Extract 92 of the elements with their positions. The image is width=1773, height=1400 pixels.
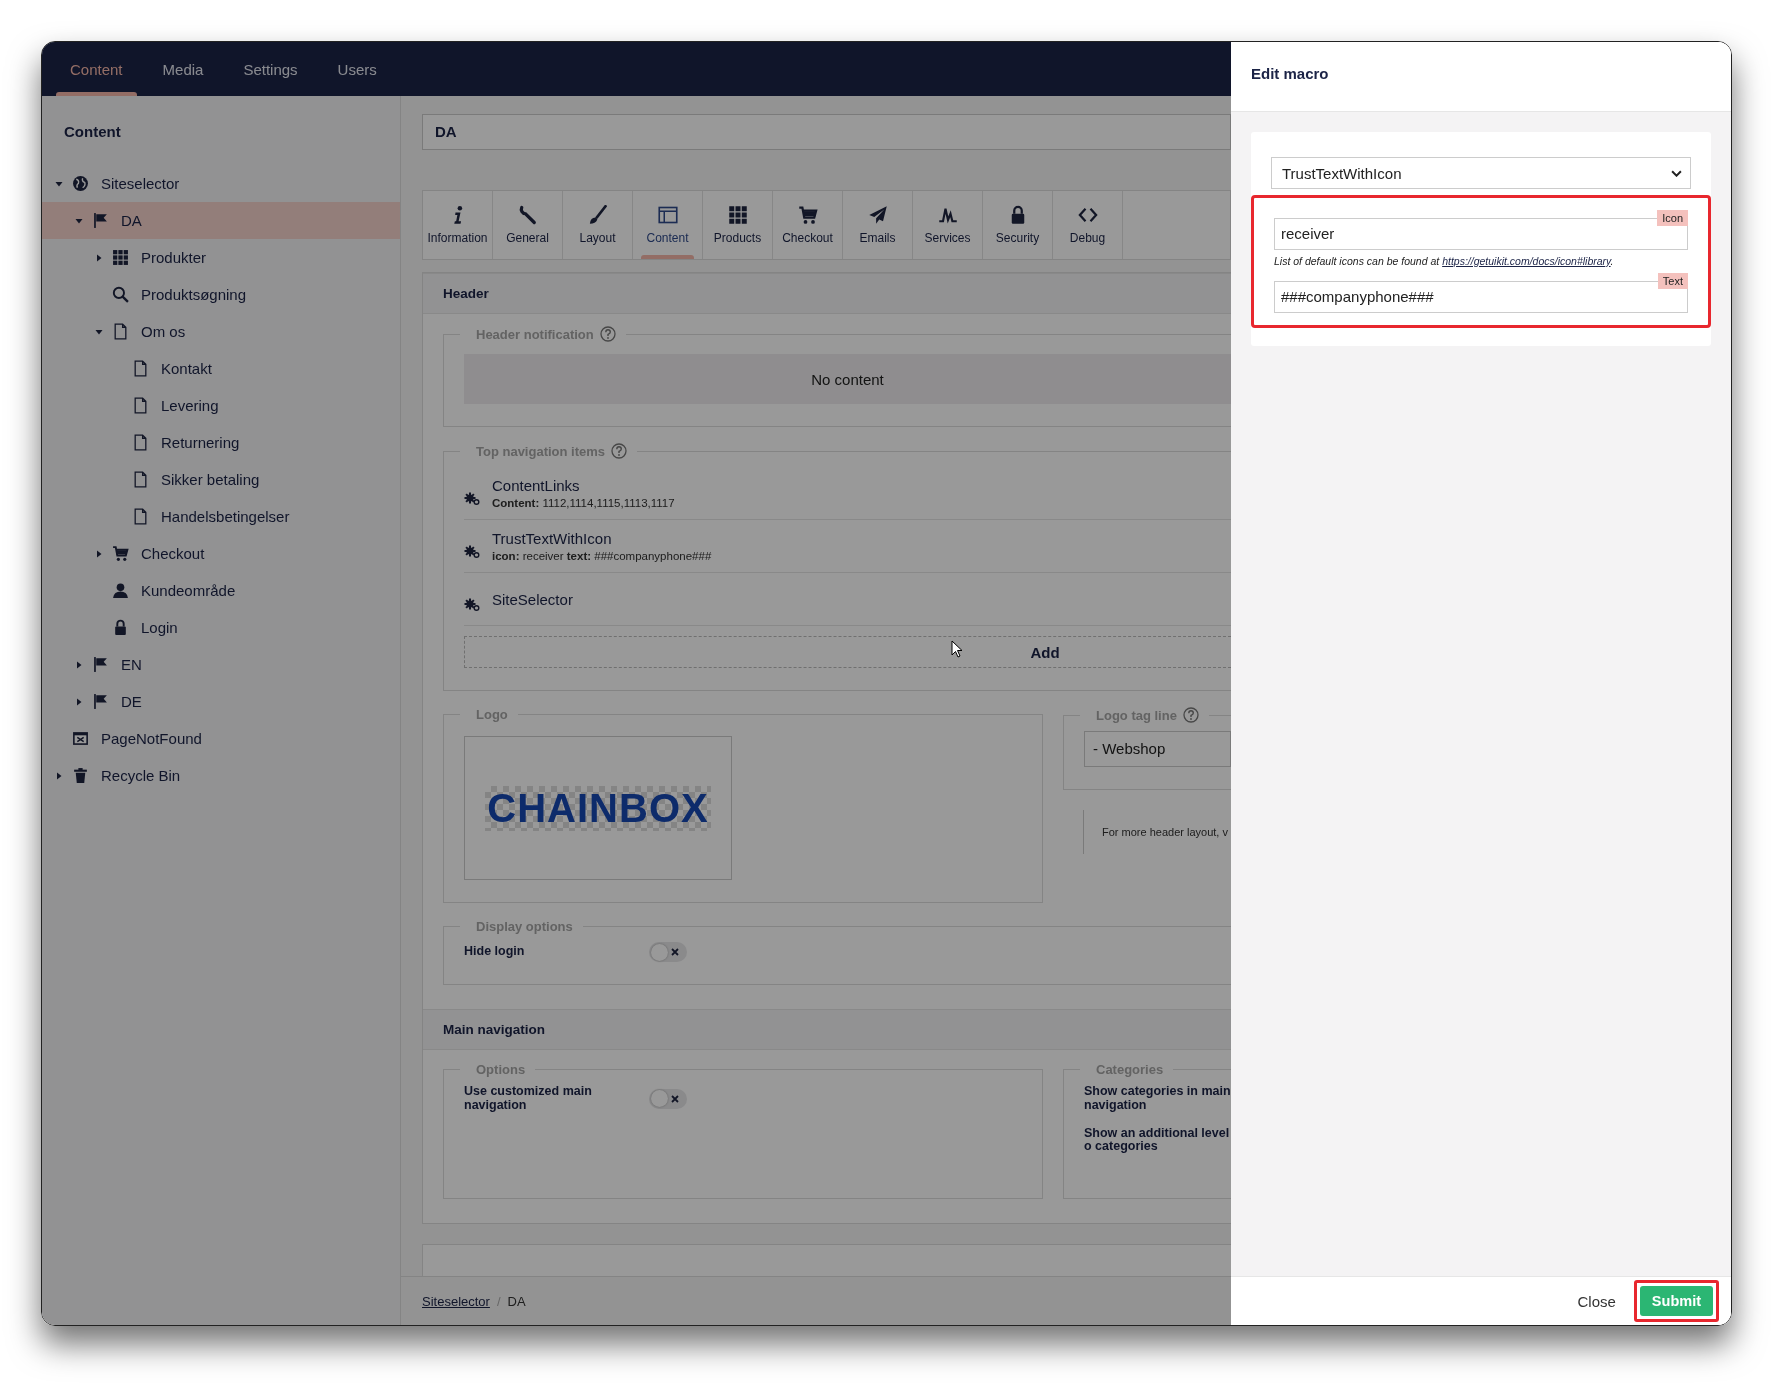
- help-link[interactable]: https://getuikit.com/docs/icon#library: [1442, 255, 1611, 267]
- page-icon: [132, 360, 149, 377]
- gears-icon: [464, 492, 480, 506]
- paper-plane-icon: [867, 205, 888, 225]
- page-icon: [112, 323, 129, 340]
- grid-icon: [727, 205, 748, 225]
- tree-item[interactable]: Returnering: [42, 424, 400, 461]
- macro-name[interactable]: ContentLinks: [492, 477, 675, 494]
- archive-icon: [72, 730, 89, 747]
- cursor-icon: [951, 640, 963, 658]
- grid-icon: [112, 249, 129, 266]
- macro-parameters: Content: 1112,1114,1115,1113,1117: [492, 497, 675, 509]
- tree-item[interactable]: Checkout: [42, 535, 400, 572]
- tree-item[interactable]: Sikker betaling: [42, 461, 400, 498]
- macro-name[interactable]: SiteSelector: [492, 590, 573, 608]
- tree-item[interactable]: Kundeområde: [42, 572, 400, 609]
- tree-item[interactable]: Kontakt: [42, 350, 400, 387]
- section-heading: Header: [423, 273, 1231, 314]
- gears-icon: [464, 545, 480, 559]
- tree-item[interactable]: Siteselector: [42, 165, 400, 202]
- help-text: List of default icons can be found at https://getuikit.com/docs/icon#library.: [1274, 255, 1615, 267]
- user-icon: [112, 582, 129, 599]
- code-icon: [1077, 205, 1098, 225]
- close-button[interactable]: Close: [1571, 1291, 1622, 1311]
- sidebar-title: Content: [63, 122, 122, 142]
- cart-icon: [112, 545, 129, 562]
- page-icon: [132, 508, 149, 525]
- help-icon[interactable]: [1182, 707, 1199, 723]
- cart-icon: [797, 205, 818, 225]
- option-label: Show categories in main navigation: [1084, 1085, 1231, 1113]
- close-icon: [670, 947, 680, 957]
- globe-icon: [72, 175, 89, 192]
- empty-text: No content: [811, 370, 884, 388]
- logo-image[interactable]: CHAINBOX: [464, 736, 732, 880]
- caret-icon[interactable]: [55, 771, 63, 780]
- close-icon: [670, 1093, 680, 1104]
- caret-icon[interactable]: [95, 549, 103, 558]
- page-icon: [132, 397, 149, 414]
- section-heading: Main navigation: [423, 1009, 1231, 1050]
- flag-icon: [92, 693, 109, 710]
- breadcrumb-link[interactable]: Siteselector: [422, 1293, 490, 1309]
- tree-item[interactable]: Recycle Bin: [42, 757, 400, 794]
- tree-item[interactable]: Produktsøgning: [42, 276, 400, 313]
- page-icon: [132, 471, 149, 488]
- gears-icon: [464, 598, 480, 612]
- page-icon: [132, 434, 149, 451]
- nav-tab[interactable]: Content: [50, 42, 143, 96]
- brush-icon: [587, 205, 608, 225]
- caret-icon[interactable]: [75, 697, 83, 706]
- window-icon: [657, 205, 678, 225]
- trash-icon: [72, 767, 89, 784]
- search-icon: [112, 286, 129, 303]
- toggle-switch[interactable]: [649, 1088, 687, 1109]
- help-icon[interactable]: [599, 326, 616, 342]
- tag-line-field[interactable]: - Webshop: [1084, 731, 1231, 767]
- caret-icon[interactable]: [95, 253, 103, 262]
- tree-item[interactable]: PageNotFound: [42, 720, 400, 757]
- caret-icon[interactable]: [95, 327, 103, 336]
- option-label: Show an additional level o categories: [1084, 1126, 1231, 1154]
- breadcrumb-separator: /: [496, 1293, 501, 1309]
- tree-item[interactable]: Handelsbetingelser: [42, 498, 400, 535]
- caret-icon[interactable]: [75, 216, 83, 225]
- chevron-down-icon: [1671, 169, 1682, 177]
- toggle-switch[interactable]: [649, 942, 687, 962]
- nav-tab[interactable]: Settings: [223, 42, 318, 96]
- add-button[interactable]: Add: [464, 636, 1231, 668]
- flag-icon: [92, 212, 109, 229]
- node-name-field[interactable]: DA: [422, 114, 1231, 150]
- help-icon[interactable]: [611, 443, 628, 459]
- tree-item[interactable]: DA: [42, 202, 400, 239]
- caret-icon[interactable]: [75, 660, 83, 669]
- tree-item[interactable]: DE: [42, 683, 400, 720]
- field-label: Text: [1657, 273, 1688, 289]
- wrench-icon: [517, 205, 538, 225]
- nav-tab[interactable]: Users: [317, 42, 397, 96]
- macro-select[interactable]: TrustTextWithIcon: [1271, 157, 1691, 189]
- breadcrumb-item: DA: [507, 1293, 526, 1309]
- caret-icon[interactable]: [55, 179, 63, 188]
- tree-item[interactable]: Login: [42, 609, 400, 646]
- toggle-label: Hide login: [464, 945, 526, 959]
- tree-item[interactable]: Produkter: [42, 239, 400, 276]
- tree-item[interactable]: EN: [42, 646, 400, 683]
- lock-icon: [112, 619, 129, 636]
- macro-name[interactable]: TrustTextWithIcon: [492, 530, 712, 547]
- tree-item[interactable]: Levering: [42, 387, 400, 424]
- macro-parameters: icon: receiver text: ###companyphone###: [492, 550, 712, 562]
- nav-tab[interactable]: Media: [142, 42, 224, 96]
- tree-item[interactable]: Om os: [42, 313, 400, 350]
- field-label: Icon: [1657, 210, 1688, 226]
- panel-title: Edit macro: [1231, 42, 1731, 112]
- flag-icon: [92, 656, 109, 673]
- toggle-label: Use customized main navigation: [464, 1085, 593, 1113]
